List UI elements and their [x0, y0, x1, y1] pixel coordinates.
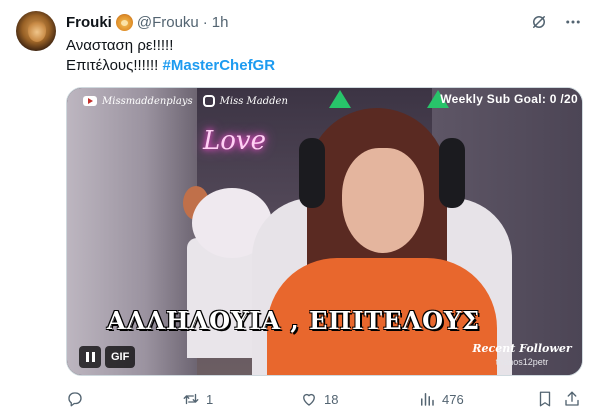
youtube-icon — [83, 96, 97, 106]
grok-icon[interactable] — [529, 12, 549, 32]
hashtag-link[interactable]: #MasterChefGR — [163, 57, 276, 74]
separator-dot: · — [202, 13, 208, 31]
like-count: 18 — [324, 391, 339, 407]
tweet-text-line-2: Επιτέλους!!!!!! #MasterChefGR — [66, 56, 275, 76]
recent-follower-title: Recent Follower — [472, 342, 572, 355]
neon-love-sign: Love — [203, 126, 266, 156]
sub-goal-text: Weekly Sub Goal: 0 /20 — [440, 92, 578, 106]
more-icon[interactable] — [563, 12, 583, 32]
pause-button[interactable] — [79, 346, 101, 368]
display-name[interactable]: Frouki — [66, 14, 112, 31]
pause-icon-bar-left — [85, 352, 89, 362]
timestamp[interactable]: 1h — [212, 14, 229, 31]
gif-controls: GIF — [79, 346, 136, 368]
retweet-icon — [183, 393, 199, 405]
avatar-lion-face — [28, 20, 46, 42]
gif-media[interactable]: Love Missmaddenplays Miss Madden Weekly … — [66, 87, 583, 376]
recent-follower-box: Recent Follower thanos12petr — [472, 342, 572, 367]
like-button[interactable]: 18 — [300, 390, 338, 408]
youtube-channel-text: Missmaddenplays — [102, 95, 193, 107]
gif-caption: ΑΛΛΗΛΟΥΙΑ , ΕΠΙΤΕΛΟΥΣ — [107, 306, 481, 335]
retweet-button[interactable]: 1 — [182, 390, 213, 408]
views-button[interactable]: 476 — [418, 390, 464, 408]
user-handle[interactable]: @Frouku — [137, 14, 199, 31]
headphone-right — [439, 138, 465, 208]
pause-icon-bar-right — [91, 352, 95, 362]
header-actions — [529, 12, 583, 32]
instagram-icon — [202, 95, 215, 107]
share-button[interactable] — [563, 390, 581, 408]
lion-emoji-icon — [115, 13, 133, 31]
gif-badge: GIF — [105, 346, 136, 368]
headphone-left — [299, 138, 325, 208]
avatar[interactable] — [16, 11, 56, 51]
tweet-text-line-2-text: Επιτέλους!!!!!! — [66, 57, 163, 74]
tweet-actions: 1 18 476 — [66, 388, 583, 410]
share-icon — [565, 391, 579, 406]
instagram-handle-text: Miss Madden — [219, 95, 288, 107]
tweet-text-line-1: Ανασταση ρε!!!!! — [66, 37, 174, 54]
views-count: 476 — [442, 391, 464, 407]
reply-button[interactable] — [66, 390, 90, 408]
tweet-header: Frouki @Frouku · 1h — [66, 12, 228, 32]
streamer-face — [342, 148, 424, 253]
bookmark-icon — [539, 391, 551, 407]
tweet: Frouki @Frouku · 1h Ανασταση ρε!!!!! Επι… — [0, 0, 603, 412]
tweet-text: Ανασταση ρε!!!!! Επιτέλους!!!!!! #Master… — [66, 36, 275, 76]
reply-icon — [68, 392, 82, 407]
recent-follower-name: thanos12petr — [495, 357, 549, 367]
bookmark-button[interactable] — [536, 390, 554, 408]
heart-icon — [303, 393, 315, 406]
views-chart-icon — [421, 393, 434, 406]
retweet-count: 1 — [206, 391, 214, 407]
